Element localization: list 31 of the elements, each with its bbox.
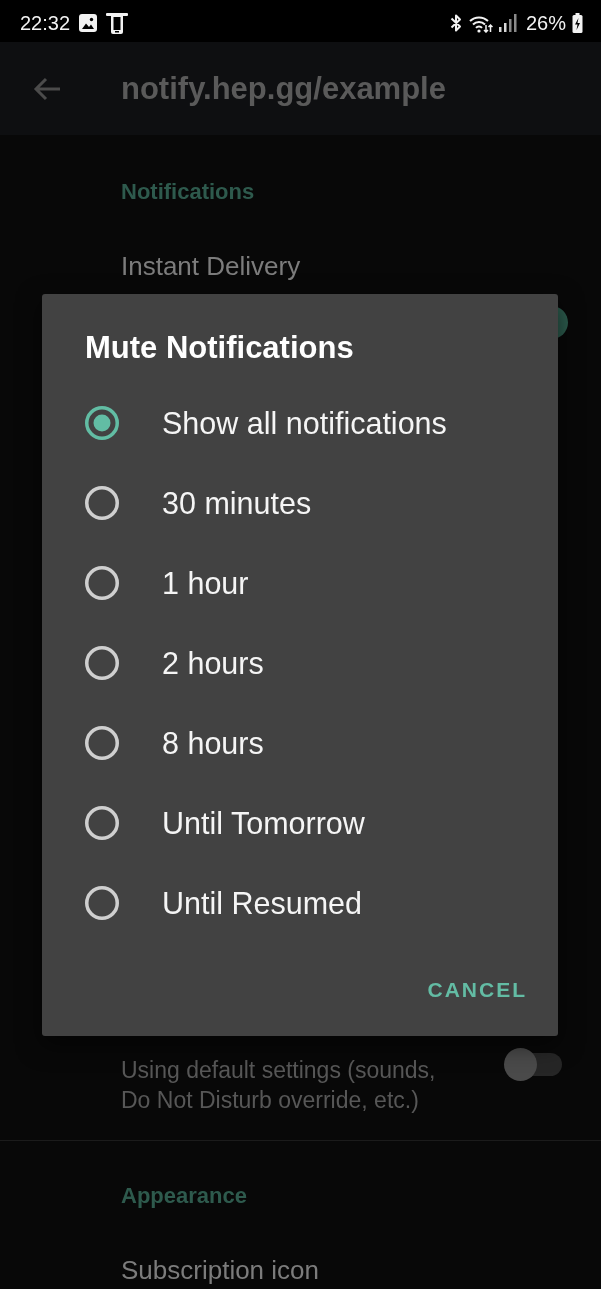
section-heading: Appearance [121, 1184, 247, 1208]
mute-option[interactable]: Until Resumed [85, 863, 363, 943]
battery-percent: 26% [525, 11, 566, 35]
radio-icon[interactable] [85, 406, 119, 440]
radio-icon[interactable] [85, 806, 119, 840]
mute-option[interactable]: 8 hours [85, 703, 264, 783]
radio-icon[interactable] [85, 646, 119, 680]
page-title: notify.hep.gg/example [121, 70, 446, 107]
setting-summary: Using default settings (sounds, Do Not Disturb override, etc.) [121, 1056, 437, 1115]
radio-icon[interactable] [85, 566, 119, 600]
setting-title: Instant Delivery [121, 252, 301, 280]
wifi-icon [468, 13, 493, 33]
back-arrow-icon [33, 76, 61, 101]
signal-icon [498, 14, 517, 32]
radio-icon[interactable] [85, 886, 119, 920]
cancel-button[interactable]: CANCEL [419, 966, 535, 1014]
mute-option[interactable]: Until Tomorrow [85, 783, 365, 863]
phone-screen-icon [106, 12, 129, 34]
radio-icon[interactable] [85, 726, 119, 760]
dialog-title: Mute Notifications [85, 331, 354, 365]
battery-charging-icon [572, 13, 583, 33]
mute-option[interactable]: 2 hours [85, 623, 264, 703]
image-icon [79, 14, 98, 32]
radio-icon[interactable] [85, 486, 119, 520]
section-heading: Notifications [121, 180, 255, 204]
bluetooth-icon [448, 13, 463, 33]
setting-title: Subscription icon [121, 1256, 319, 1284]
mute-option[interactable]: 30 minutes [85, 463, 312, 543]
mute-option[interactable]: Show all notifications [85, 383, 447, 463]
mute-option[interactable]: 1 hour [85, 543, 249, 623]
status-time: 22:32 [20, 11, 71, 35]
